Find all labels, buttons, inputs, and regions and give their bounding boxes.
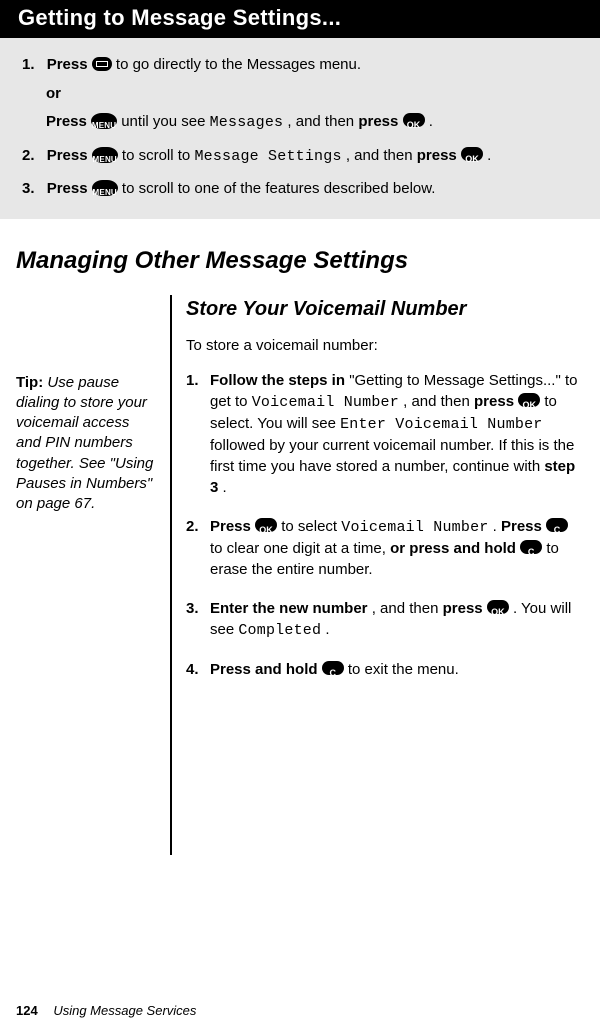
text: . bbox=[493, 518, 501, 535]
step-number: 1. bbox=[186, 370, 199, 391]
text: . bbox=[429, 113, 433, 130]
step-number: 1. bbox=[22, 56, 35, 73]
page: Getting to Message Settings... 1. Press … bbox=[0, 0, 600, 1036]
text: Press bbox=[47, 56, 92, 73]
tip-sidebar: Tip: Use pause dialing to store your voi… bbox=[16, 295, 166, 855]
text: Press bbox=[47, 147, 92, 164]
text: . bbox=[223, 479, 227, 496]
text: , and then bbox=[287, 113, 358, 130]
text: to go directly to the Messages menu. bbox=[116, 56, 361, 73]
text: followed by your current voicemail numbe… bbox=[210, 437, 574, 475]
section-heading: Managing Other Message Settings bbox=[16, 247, 600, 275]
lcd-text: Messages bbox=[210, 114, 284, 131]
text: to scroll to one of the features describ… bbox=[122, 180, 436, 197]
lcd-text: Voicemail Number bbox=[252, 394, 399, 411]
grey-steps-panel: 1. Press to go directly to the Messages … bbox=[0, 38, 600, 219]
ok-icon: OK bbox=[255, 518, 277, 532]
text: , and then bbox=[403, 393, 474, 410]
page-footer: 124 Using Message Services bbox=[16, 1003, 196, 1018]
text: press bbox=[358, 113, 402, 130]
text: Follow the steps in bbox=[210, 372, 349, 389]
menu-icon: MENU bbox=[92, 147, 118, 163]
text: press bbox=[443, 600, 487, 617]
grey-step-1: 1. Press to go directly to the Messages … bbox=[22, 54, 578, 135]
ok-icon: OK bbox=[461, 147, 483, 161]
text: . bbox=[487, 147, 491, 164]
lcd-text: Voicemail Number bbox=[341, 519, 488, 536]
grey-step-3: 3. Press MENU to scroll to one of the fe… bbox=[22, 178, 578, 201]
mail-icon bbox=[92, 57, 112, 71]
main-column: Store Your Voicemail Number To store a v… bbox=[186, 295, 584, 855]
step-number: 2. bbox=[186, 516, 199, 537]
tip-label: Tip: bbox=[16, 374, 47, 391]
body-step-3: 3. Enter the new number , and then press… bbox=[210, 598, 584, 641]
page-number: 124 bbox=[16, 1003, 38, 1018]
grey-step-2: 2. Press MENU to scroll to Message Setti… bbox=[22, 145, 578, 169]
or-label: or bbox=[46, 83, 578, 106]
text: to exit the menu. bbox=[348, 661, 459, 678]
vertical-rule bbox=[170, 295, 172, 855]
lcd-text: Message Settings bbox=[194, 148, 341, 165]
text: . bbox=[325, 621, 329, 638]
text: Enter the new number bbox=[210, 600, 368, 617]
lcd-text: Completed bbox=[238, 622, 321, 639]
menu-icon: MENU bbox=[92, 180, 118, 196]
text: , and then bbox=[346, 147, 417, 164]
c-icon: C bbox=[546, 518, 568, 532]
text: , and then bbox=[372, 600, 443, 617]
step-number: 3. bbox=[22, 180, 35, 197]
text: or press and hold bbox=[390, 540, 520, 557]
two-column-layout: Tip: Use pause dialing to store your voi… bbox=[0, 295, 600, 855]
text: to clear one digit at a time, bbox=[210, 540, 390, 557]
text: to scroll to bbox=[122, 147, 195, 164]
body-step-1: 1. Follow the steps in "Getting to Messa… bbox=[210, 370, 584, 498]
text: to select bbox=[281, 518, 341, 535]
tip-text: Use pause dialing to store your voicemai… bbox=[16, 374, 153, 513]
menu-icon: MENU bbox=[91, 113, 117, 129]
text: Press and hold bbox=[210, 661, 322, 678]
text: Press bbox=[47, 180, 92, 197]
title-bar: Getting to Message Settings... bbox=[0, 0, 600, 38]
subsection-heading: Store Your Voicemail Number bbox=[186, 295, 584, 323]
text: Press bbox=[501, 518, 546, 535]
body-step-4: 4. Press and hold C to exit the menu. bbox=[210, 659, 584, 680]
ok-icon: OK bbox=[518, 393, 540, 407]
text: Press bbox=[46, 113, 91, 130]
text: press bbox=[417, 147, 461, 164]
chapter-title: Using Message Services bbox=[53, 1003, 196, 1018]
step-number: 4. bbox=[186, 659, 199, 680]
body-step-2: 2. Press OK to select Voicemail Number .… bbox=[210, 516, 584, 580]
step-number: 3. bbox=[186, 598, 199, 619]
text: press bbox=[474, 393, 518, 410]
text: Press bbox=[210, 518, 255, 535]
step-number: 2. bbox=[22, 147, 35, 164]
lcd-text: Enter Voicemail Number bbox=[340, 416, 542, 433]
text: until you see bbox=[121, 113, 209, 130]
intro-text: To store a voicemail number: bbox=[186, 335, 584, 356]
ok-icon: OK bbox=[487, 600, 509, 614]
c-icon: C bbox=[322, 661, 344, 675]
c-icon: C bbox=[520, 540, 542, 554]
ok-icon: OK bbox=[403, 113, 425, 127]
